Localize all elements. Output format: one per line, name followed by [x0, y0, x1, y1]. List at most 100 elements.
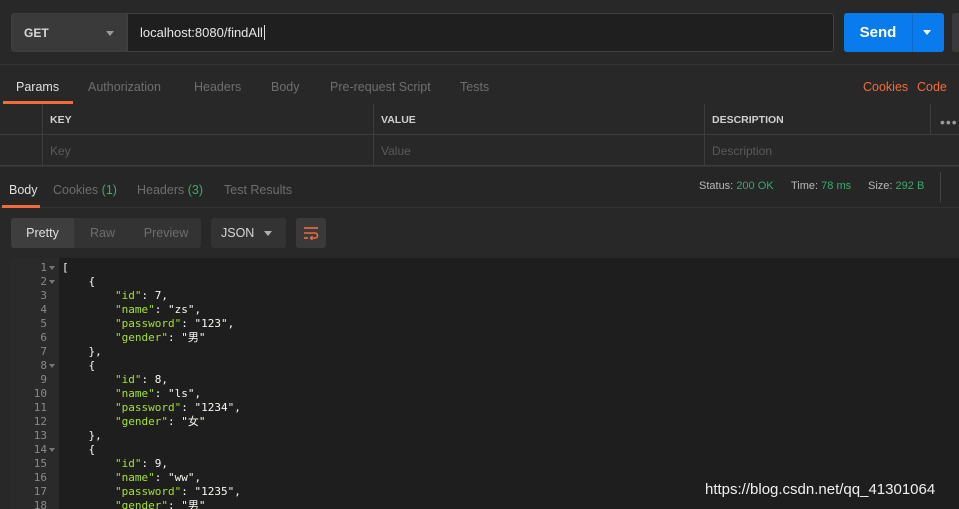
size-label: Size:: [868, 180, 893, 192]
tab-authorization[interactable]: Authorization: [88, 80, 161, 94]
code-text: "password": "1235",: [114, 485, 241, 498]
line-number: 13: [33, 429, 47, 442]
code-text: "gender": "男": [114, 331, 206, 344]
tab-params[interactable]: Params: [16, 80, 59, 94]
code-line: 1[: [11, 261, 959, 275]
header-key: KEY: [42, 104, 373, 135]
text-cursor: [263, 25, 265, 40]
url-input[interactable]: localhost:8080/findAll: [127, 13, 834, 52]
code-text: [: [62, 261, 69, 274]
params-table: KEY VALUE DESCRIPTION ••• Key Value Desc…: [0, 104, 959, 166]
save-response-edge[interactable]: [940, 172, 959, 202]
line-number: 12: [33, 415, 47, 428]
size-value: 292 B: [895, 180, 925, 192]
line-number: 1: [40, 261, 47, 274]
value-input[interactable]: Value: [373, 135, 704, 166]
row-checkbox-cell: [0, 104, 42, 135]
fold-arrow-icon[interactable]: [49, 280, 55, 284]
fold-arrow-icon[interactable]: [49, 266, 55, 270]
code-text: "id": 9,: [114, 457, 168, 470]
tab-pre-request-script[interactable]: Pre-request Script: [330, 80, 431, 94]
wrap-lines-button[interactable]: [296, 218, 326, 248]
code-line: 9 "id": 8,: [11, 373, 959, 387]
raw-button[interactable]: Raw: [74, 218, 131, 248]
params-header-row: KEY VALUE DESCRIPTION •••: [0, 104, 959, 135]
more-options-icon[interactable]: •••: [940, 114, 958, 130]
line-number: 15: [33, 457, 47, 470]
tab-tests[interactable]: Tests: [460, 80, 489, 94]
chevron-down-icon: [106, 31, 114, 36]
tab-body[interactable]: Body: [271, 80, 300, 94]
code-text: "name": "ww",: [114, 471, 202, 484]
code-line: 4 "name": "zs",: [11, 303, 959, 317]
line-number: 3: [40, 289, 47, 302]
tab-test-results[interactable]: Test Results: [224, 183, 292, 197]
line-number: 16: [33, 471, 47, 484]
code-text: "name": "zs",: [114, 303, 202, 316]
fold-arrow-icon[interactable]: [49, 448, 55, 452]
fold-arrow-icon[interactable]: [49, 364, 55, 368]
tab-headers[interactable]: Headers: [194, 80, 241, 94]
header-description: DESCRIPTION: [704, 104, 930, 135]
tab-response-cookies[interactable]: Cookies (1): [53, 183, 117, 197]
format-select[interactable]: JSON: [211, 218, 286, 248]
watermark: https://blog.csdn.net/qq_41301064: [705, 481, 936, 498]
save-button-edge[interactable]: [952, 13, 959, 52]
line-number: 17: [33, 485, 47, 498]
code-text: {: [62, 443, 96, 456]
code-line: 2 {: [11, 275, 959, 289]
code-text: },: [62, 429, 102, 442]
line-number: 7: [40, 345, 47, 358]
header-value: VALUE: [373, 104, 704, 135]
response-body-editor[interactable]: 1[2 {3 "id": 7, 4 "name": "zs", 5 "passwor…: [11, 258, 959, 509]
code-text: "password": "123",: [114, 317, 235, 330]
pretty-button[interactable]: Pretty: [11, 218, 74, 248]
code-line: 15 "id": 9,: [11, 457, 959, 471]
line-number: 11: [33, 401, 47, 414]
code-text: "gender": "女": [114, 415, 206, 428]
code-link[interactable]: Code: [917, 80, 947, 94]
line-number: 5: [40, 317, 47, 330]
code-line: 13 },: [11, 429, 959, 443]
line-number: 4: [40, 303, 47, 316]
tab-response-headers[interactable]: Headers (3): [137, 183, 203, 197]
line-number: 14: [33, 443, 47, 456]
preview-button[interactable]: Preview: [131, 218, 201, 248]
code-line: 12 "gender": "女": [11, 415, 959, 429]
status-info: Status: 200 OK: [699, 180, 774, 192]
cookies-count: (1): [101, 183, 117, 197]
code-text: "gender": "男": [114, 499, 206, 509]
tab-response-cookies-label: Cookies: [53, 183, 99, 197]
cookies-link[interactable]: Cookies: [863, 80, 908, 94]
active-response-tab-indicator: [2, 205, 40, 208]
tab-response-headers-label: Headers: [137, 183, 185, 197]
description-input[interactable]: Description: [704, 135, 959, 166]
code-text: "name": "ls",: [114, 387, 202, 400]
send-button[interactable]: Send: [844, 13, 944, 52]
tab-response-body[interactable]: Body: [9, 183, 38, 197]
time-info: Time: 78 ms: [791, 180, 851, 192]
send-options-button[interactable]: [913, 13, 944, 52]
code-line: 5 "password": "123",: [11, 317, 959, 331]
code-text: {: [62, 359, 96, 372]
chevron-down-icon: [264, 231, 272, 236]
code-text: },: [62, 345, 102, 358]
code-line: 10 "name": "ls",: [11, 387, 959, 401]
size-info: Size: 292 B: [868, 180, 924, 192]
code-line: 3 "id": 7,: [11, 289, 959, 303]
code-line: 6 "gender": "男": [11, 331, 959, 345]
method-label: GET: [24, 25, 49, 40]
code-line: 11 "password": "1234",: [11, 401, 959, 415]
line-number: 9: [40, 373, 47, 386]
row-checkbox-cell: [0, 135, 42, 166]
code-line: 18 "gender": "男": [11, 499, 959, 509]
line-number: 2: [40, 275, 47, 288]
method-select[interactable]: GET: [11, 13, 127, 52]
code-text: {: [62, 275, 96, 288]
code-line: 7 },: [11, 345, 959, 359]
line-number: 10: [33, 387, 47, 400]
status-value: 200 OK: [736, 180, 774, 192]
postman-window: GET localhost:8080/findAll Send Params A…: [0, 0, 959, 509]
code-text: "password": "1234",: [114, 401, 241, 414]
key-input[interactable]: Key: [42, 135, 373, 166]
